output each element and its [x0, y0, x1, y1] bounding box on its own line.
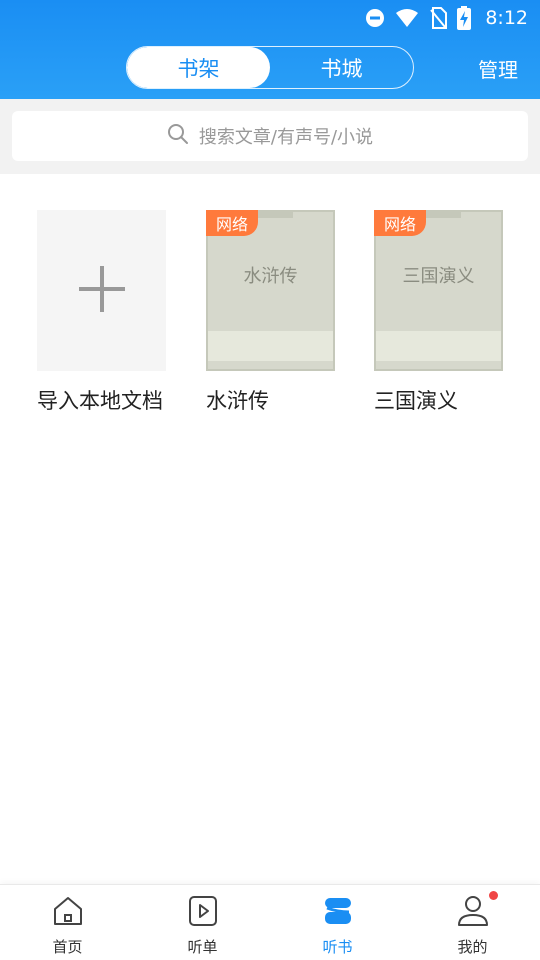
tab-bookstore[interactable]: 书城 [270, 47, 413, 88]
home-icon [51, 894, 85, 932]
user-icon [456, 894, 490, 932]
nav-profile-label: 我的 [457, 938, 488, 956]
source-tag: 网络 [374, 210, 426, 236]
nav-playlist-label: 听单 [187, 938, 218, 956]
cover-title: 水浒传 [243, 266, 298, 287]
no-sim-icon [429, 7, 448, 29]
import-cover[interactable] [37, 210, 166, 371]
shelf-store-switch: 书架 书城 [126, 46, 414, 89]
nav-home[interactable]: 首页 [0, 885, 135, 960]
import-label: 导入本地文档 [37, 389, 163, 413]
book-cover[interactable]: 网络 水浒传 [206, 210, 335, 371]
top-header: 8:12 书架 书城 管理 [0, 0, 540, 99]
plus-icon [77, 264, 127, 318]
book-stack-icon [321, 894, 355, 932]
nav-home-label: 首页 [52, 938, 83, 956]
book-item[interactable]: 网络 水浒传 水浒传 [206, 210, 336, 415]
search-input[interactable]: 搜索文章/有声号/小说 [12, 111, 528, 161]
status-bar: 8:12 [365, 0, 540, 36]
battery-charging-icon [457, 6, 472, 30]
source-tag: 网络 [206, 210, 258, 236]
play-icon [186, 894, 220, 932]
notification-badge [489, 891, 498, 900]
tab-bookshelf[interactable]: 书架 [127, 47, 270, 88]
book-title: 三国演义 [374, 389, 458, 413]
cover-title: 三国演义 [402, 266, 475, 287]
book-item[interactable]: 网络 三国演义 三国演义 [374, 210, 504, 415]
search-placeholder: 搜索文章/有声号/小说 [198, 127, 374, 148]
status-time: 8:12 [485, 7, 528, 29]
nav-audiobook-label: 听书 [322, 938, 353, 956]
search-icon [167, 123, 189, 150]
do-not-disturb-icon [365, 8, 385, 28]
nav-audiobook[interactable]: 听书 [270, 885, 405, 960]
book-title: 水浒传 [206, 389, 269, 413]
wifi-icon [395, 8, 419, 28]
import-local-doc[interactable]: 导入本地文档 [37, 210, 167, 415]
book-cover[interactable]: 网络 三国演义 [374, 210, 503, 371]
nav-playlist[interactable]: 听单 [135, 885, 270, 960]
search-area: 搜索文章/有声号/小说 [0, 99, 540, 174]
bottom-navigation: 首页 听单 听书 我的 [0, 884, 540, 960]
manage-button[interactable]: 管理 [478, 54, 518, 83]
nav-profile[interactable]: 我的 [405, 885, 540, 960]
